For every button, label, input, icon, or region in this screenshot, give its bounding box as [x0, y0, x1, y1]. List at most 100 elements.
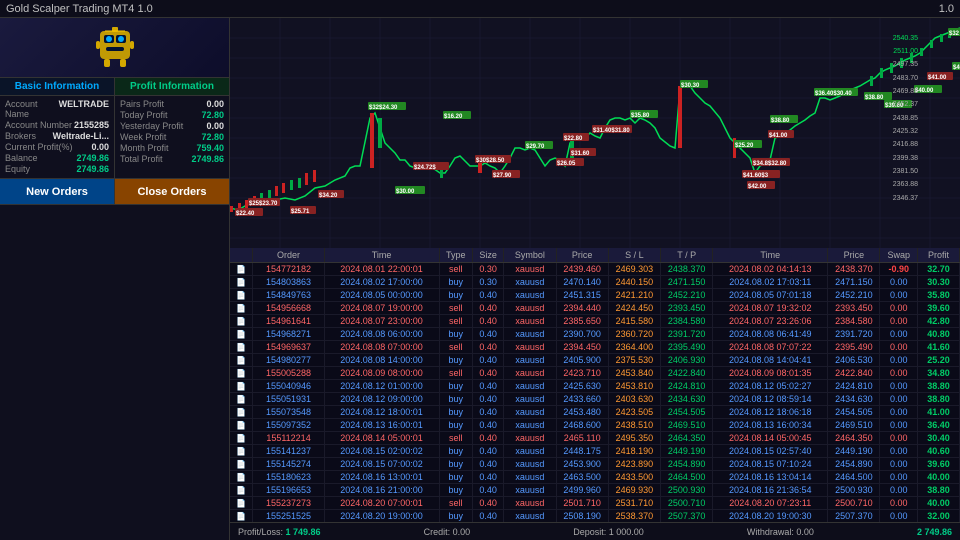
row-profit: 40.00 [918, 497, 960, 510]
app-title: Gold Scalper Trading MT4 1.0 [6, 3, 153, 15]
svg-text:$41.00: $41.00 [928, 75, 947, 81]
close-orders-button[interactable]: Close Orders [115, 179, 229, 204]
row-profit: 41.00 [918, 406, 960, 419]
row-order: 155051931 [253, 393, 324, 406]
row-open-price: 2439.460 [556, 263, 608, 276]
row-close-price: 2507.370 [828, 510, 880, 523]
row-symbol: xauusd [504, 354, 556, 367]
row-order: 154961641 [253, 315, 324, 328]
today-profit-label: Today Profit [120, 110, 168, 120]
svg-text:$30.30: $30.30 [681, 83, 700, 89]
row-close-time: 2024.08.16 21:36:54 [713, 484, 828, 497]
row-icon: 📄 [230, 289, 253, 302]
row-open-time: 2024.08.09 08:00:00 [324, 367, 439, 380]
row-close-time: 2024.08.07 19:32:02 [713, 302, 828, 315]
pairs-profit-value: 0.00 [206, 99, 224, 109]
new-orders-button[interactable]: New Orders [0, 179, 115, 204]
row-size: 0.40 [472, 341, 503, 354]
row-open-time: 2024.08.14 05:00:01 [324, 432, 439, 445]
svg-text:$25.20: $25.20 [735, 143, 754, 149]
row-open-price: 2448.175 [556, 445, 608, 458]
table-row: 📄 155145274 2024.08.15 07:00:02 buy 0.40… [230, 458, 960, 471]
trades-table-container[interactable]: Order Time Type Size Symbol Price S / L … [230, 248, 960, 522]
table-row: 📄 154980277 2024.08.08 14:00:00 buy 0.40… [230, 354, 960, 367]
row-close-price: 2449.190 [828, 445, 880, 458]
row-type: buy [439, 328, 472, 341]
row-close-price: 2452.210 [828, 289, 880, 302]
row-type: buy [439, 406, 472, 419]
row-tp: 2449.190 [661, 445, 713, 458]
row-open-time: 2024.08.12 18:00:01 [324, 406, 439, 419]
row-open-time: 2024.08.16 21:00:00 [324, 484, 439, 497]
row-swap: -0.90 [880, 263, 918, 276]
row-order: 155196653 [253, 484, 324, 497]
svg-text:2381.50: 2381.50 [893, 168, 918, 175]
row-size: 0.40 [472, 419, 503, 432]
row-close-price: 2464.500 [828, 471, 880, 484]
row-swap: 0.00 [880, 289, 918, 302]
row-open-time: 2024.08.13 16:00:01 [324, 419, 439, 432]
row-profit: 38.80 [918, 484, 960, 497]
row-profit: 40.80 [918, 328, 960, 341]
row-tp: 2464.500 [661, 471, 713, 484]
row-size: 0.30 [472, 276, 503, 289]
row-type: buy [439, 276, 472, 289]
row-open-price: 2394.440 [556, 302, 608, 315]
row-icon: 📄 [230, 328, 253, 341]
row-type: buy [439, 510, 472, 523]
row-close-time: 2024.08.14 05:00:45 [713, 432, 828, 445]
row-icon: 📄 [230, 445, 253, 458]
row-profit: 32.00 [918, 510, 960, 523]
row-open-price: 2508.190 [556, 510, 608, 523]
row-sl: 2415.580 [608, 315, 660, 328]
row-open-price: 2394.450 [556, 341, 608, 354]
pairs-profit-row: Pairs Profit 0.00 [120, 99, 224, 109]
row-size: 0.40 [472, 380, 503, 393]
row-size: 0.40 [472, 302, 503, 315]
row-sl: 2495.350 [608, 432, 660, 445]
row-swap: 0.00 [880, 432, 918, 445]
row-swap: 0.00 [880, 458, 918, 471]
row-symbol: xauusd [504, 289, 556, 302]
table-row: 📄 155180623 2024.08.16 13:00:01 buy 0.40… [230, 471, 960, 484]
row-order: 154968271 [253, 328, 324, 341]
row-order: 155237273 [253, 497, 324, 510]
pairs-profit-label: Pairs Profit [120, 99, 164, 109]
row-order: 154956668 [253, 302, 324, 315]
row-swap: 0.00 [880, 367, 918, 380]
col-header-type: Type [439, 248, 472, 263]
row-open-price: 2451.315 [556, 289, 608, 302]
row-type: buy [439, 471, 472, 484]
row-open-price: 2423.710 [556, 367, 608, 380]
row-close-price: 2391.720 [828, 328, 880, 341]
row-tp: 2464.350 [661, 432, 713, 445]
row-close-time: 2024.08.20 07:23:11 [713, 497, 828, 510]
row-sl: 2531.710 [608, 497, 660, 510]
row-sl: 2469.930 [608, 484, 660, 497]
footer-equity-value: 2 749.86 [917, 527, 952, 537]
table-header-row: Order Time Type Size Symbol Price S / L … [230, 248, 960, 263]
row-sl: 2421.210 [608, 289, 660, 302]
row-swap: 0.00 [880, 354, 918, 367]
row-open-time: 2024.08.08 14:00:00 [324, 354, 439, 367]
row-sl: 2360.720 [608, 328, 660, 341]
row-type: sell [439, 263, 472, 276]
row-open-time: 2024.08.15 07:00:02 [324, 458, 439, 471]
row-open-price: 2433.660 [556, 393, 608, 406]
row-sl: 2440.150 [608, 276, 660, 289]
row-close-time: 2024.08.05 07:01:18 [713, 289, 828, 302]
robot-logo [90, 23, 140, 73]
footer-profit-label: Profit/Loss: 1 749.86 [238, 527, 321, 537]
row-size: 0.30 [472, 263, 503, 276]
table-row: 📄 155097352 2024.08.13 16:00:01 buy 0.40… [230, 419, 960, 432]
row-sl: 2433.500 [608, 471, 660, 484]
row-swap: 0.00 [880, 406, 918, 419]
table-row: 📄 154969637 2024.08.08 07:00:00 sell 0.4… [230, 341, 960, 354]
row-sl: 2453.810 [608, 380, 660, 393]
row-sl: 2364.400 [608, 341, 660, 354]
row-close-price: 2393.450 [828, 302, 880, 315]
row-swap: 0.00 [880, 510, 918, 523]
row-close-time: 2024.08.15 02:57:40 [713, 445, 828, 458]
row-open-time: 2024.08.02 17:00:00 [324, 276, 439, 289]
table-row: 📄 154968271 2024.08.08 06:00:00 buy 0.40… [230, 328, 960, 341]
